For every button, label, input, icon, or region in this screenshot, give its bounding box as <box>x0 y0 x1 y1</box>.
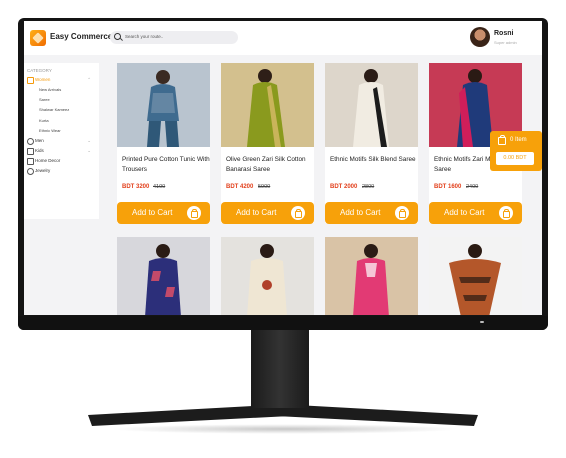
search-placeholder: Search your route.. <box>125 34 164 39</box>
product-card[interactable] <box>221 237 314 315</box>
product-title[interactable]: Printed Pure Cotton Tunic With Trousers <box>122 155 210 174</box>
product-old-price: 4100 <box>153 184 166 190</box>
sidebar-item-kurta[interactable]: Kurta <box>39 118 49 123</box>
add-to-cart-label: Add to Cart <box>132 208 173 217</box>
shopping-bag-icon <box>291 206 305 220</box>
stand-neck <box>251 330 309 408</box>
add-to-cart-label: Add to Cart <box>444 208 485 217</box>
chevron-down-icon[interactable]: ⌄ <box>87 138 91 144</box>
product-card[interactable] <box>325 237 418 315</box>
product-figure <box>247 69 285 147</box>
sidebar-title: CATEGORY <box>27 68 52 73</box>
product-card[interactable]: Printed Pure Cotton Tunic With Trousers … <box>117 63 210 224</box>
product-price: BDT 2000 <box>330 184 358 190</box>
sidebar-item-shalwar-kameez[interactable]: Shalwar Kameez <box>39 107 69 112</box>
product-price: BDT 4200 <box>226 184 254 190</box>
product-card[interactable] <box>429 237 522 315</box>
product-image[interactable] <box>117 237 210 315</box>
sidebar-item-men[interactable]: Men <box>35 138 44 143</box>
monitor-chin <box>18 316 548 330</box>
logo-icon[interactable] <box>30 30 46 46</box>
sidebar-item-home-decor[interactable]: Home Decor <box>35 158 60 163</box>
add-to-cart-button[interactable]: Add to Cart <box>221 202 314 224</box>
shopping-bag-icon <box>395 206 409 220</box>
shopping-bag-icon <box>187 206 201 220</box>
monitor-screen: Easy Commerce Search your route.. Rosni … <box>24 21 542 315</box>
product-price: BDT 3200 <box>122 184 150 190</box>
sidebar-item-saree[interactable]: Saree <box>39 97 50 102</box>
dress-icon <box>27 77 34 84</box>
product-title[interactable]: Ethnic Motifs Silk Blend Saree <box>330 155 418 165</box>
add-to-cart-button[interactable]: Add to Cart <box>429 202 522 224</box>
product-image[interactable] <box>325 237 418 315</box>
product-figure <box>147 70 179 147</box>
cart-total: 0.00 BDT <box>496 152 534 165</box>
category-sidebar: CATEGORY Women ⌃ New Arrivals Saree Shal… <box>24 63 99 219</box>
ring-icon <box>27 168 34 175</box>
sidebar-item-jewelry[interactable]: Jewelry <box>35 168 50 173</box>
add-to-cart-label: Add to Cart <box>236 208 277 217</box>
product-image[interactable] <box>221 63 314 147</box>
app-header: Easy Commerce Search your route.. Rosni … <box>24 21 542 55</box>
sidebar-item-women[interactable]: Women <box>35 77 50 82</box>
user-role: Super admin <box>494 40 517 45</box>
sidebar-item-kids[interactable]: Kids <box>35 148 44 153</box>
product-card[interactable]: Ethnic Motifs Silk Blend Saree BDT 2000 … <box>325 63 418 224</box>
product-price: BDT 1600 <box>434 184 462 190</box>
product-old-price: 2800 <box>362 184 375 190</box>
shopping-bag-icon <box>498 135 506 145</box>
search-input[interactable]: Search your route.. <box>110 31 238 44</box>
product-card[interactable]: Olive Green Zari Silk Cotton Banarasi Sa… <box>221 63 314 224</box>
product-image[interactable] <box>429 237 522 315</box>
product-image[interactable] <box>221 237 314 315</box>
product-image[interactable] <box>325 63 418 147</box>
floating-cart[interactable]: 0 Item 0.00 BDT <box>490 131 542 171</box>
product-old-price: 5900 <box>258 184 271 190</box>
product-title[interactable]: Olive Green Zari Silk Cotton Banarasi Sa… <box>226 155 314 174</box>
product-old-price: 2400 <box>466 184 479 190</box>
user-name: Rosni <box>494 30 514 37</box>
sidebar-item-ethnic-wear[interactable]: Ethnic Wear <box>39 128 61 133</box>
sofa-icon <box>27 158 34 165</box>
search-icon <box>114 33 121 40</box>
avatar[interactable] <box>470 27 490 47</box>
add-to-cart-button[interactable]: Add to Cart <box>325 202 418 224</box>
brand-name[interactable]: Easy Commerce <box>50 32 112 41</box>
add-to-cart-label: Add to Cart <box>340 208 381 217</box>
add-to-cart-button[interactable]: Add to Cart <box>117 202 210 224</box>
stand-shadow <box>110 424 460 434</box>
product-card[interactable] <box>117 237 210 315</box>
cart-item-count: 0 Item <box>510 137 527 143</box>
chevron-up-icon[interactable]: ⌃ <box>87 77 91 83</box>
shopping-bag-icon <box>499 206 513 220</box>
product-image[interactable] <box>117 63 210 147</box>
person-icon <box>27 138 34 145</box>
power-led <box>480 321 484 323</box>
chevron-down-icon[interactable]: ⌄ <box>87 148 91 154</box>
product-figure <box>353 69 389 147</box>
sidebar-item-new-arrivals[interactable]: New Arrivals <box>39 87 61 92</box>
kids-icon <box>27 148 34 155</box>
